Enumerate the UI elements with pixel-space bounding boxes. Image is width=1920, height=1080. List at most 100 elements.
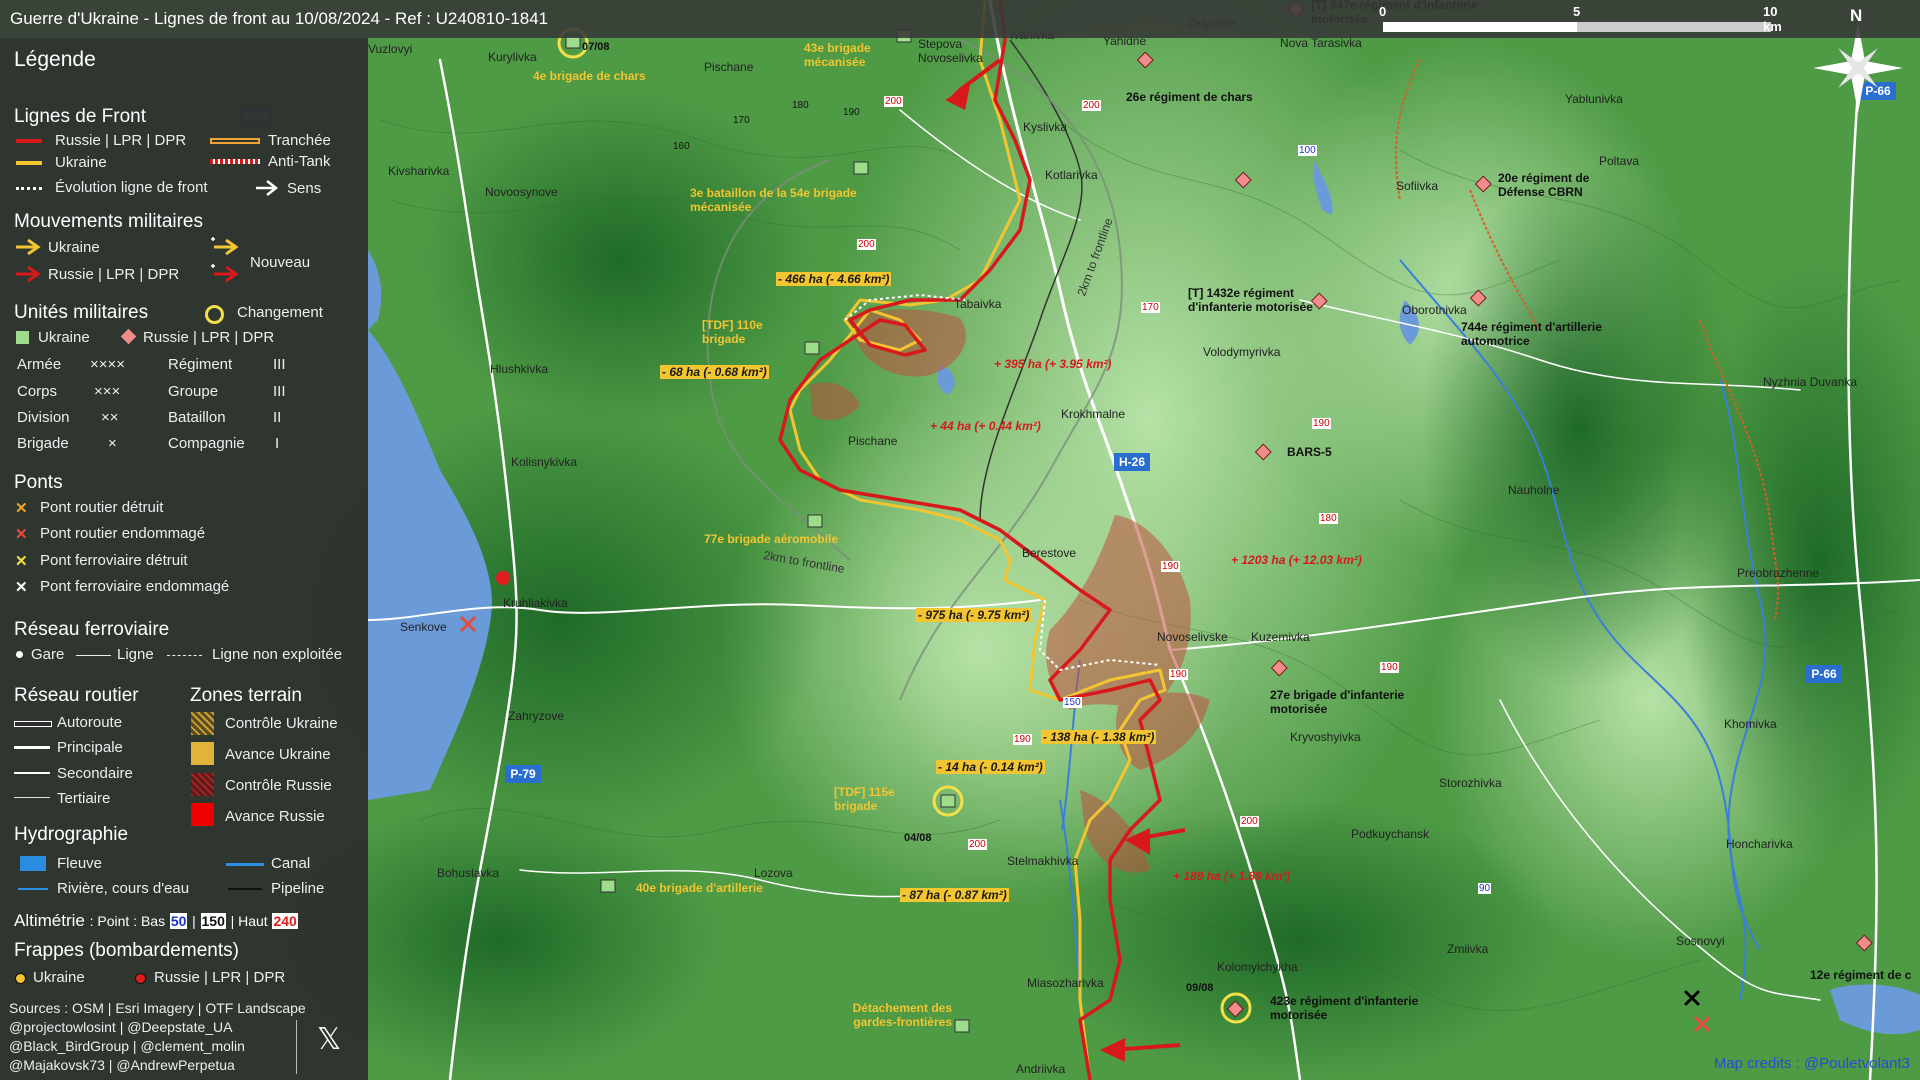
legend-label: Contrôle Russie: [225, 777, 332, 794]
ukraine-line-swatch: [16, 161, 42, 165]
rail-unused-swatch: [167, 655, 202, 656]
legend-strikes-heading: Frappes (bombardements): [14, 940, 239, 961]
legend-zones-heading: Zones terrain: [190, 685, 302, 706]
legend-label: Russie | LPR | DPR: [55, 132, 187, 149]
legend-label: Sens: [287, 180, 322, 197]
legend-label: Pont routier détruit: [40, 499, 164, 516]
legend-label: Pont ferroviaire détruit: [40, 552, 188, 569]
ukraine-new-move-icon: [211, 237, 239, 256]
antitank-swatch: [210, 159, 260, 164]
legend-label: Autoroute: [57, 714, 123, 731]
altimetry-low-value: 50: [169, 913, 188, 929]
zone-ukraine-control-swatch: [191, 712, 214, 735]
canal-swatch: [226, 863, 264, 866]
altimetry-mid-value: 150: [200, 913, 226, 929]
legend-label: Contrôle Ukraine: [225, 715, 338, 732]
legend-label: Corps: [17, 383, 58, 400]
legend-label: Pont ferroviaire endommagé: [40, 578, 230, 595]
river-swatch: [20, 856, 46, 871]
zone-ukraine-advance-swatch: [191, 742, 214, 765]
divider: [296, 1020, 297, 1074]
ukraine-move-arrow-icon: [16, 238, 41, 256]
russia-line-swatch: [16, 139, 42, 143]
legend-label: Division: [17, 409, 70, 426]
legend-label: Principale: [57, 739, 123, 756]
legend-label: Nouveau: [250, 254, 311, 271]
legend-label: Avance Russie: [225, 808, 325, 825]
legend-label: Brigade: [17, 435, 69, 452]
legend-label: : Point : Bas: [89, 913, 166, 929]
bridge-rail-destroyed-icon: ✕: [15, 553, 28, 570]
legend-label: Russie | LPR | DPR: [143, 329, 275, 346]
legend-title: Légende: [14, 48, 96, 71]
sources-line: @projectowlosint | @Deepstate_UA: [9, 1019, 233, 1035]
legend-units-heading: Unités militaires: [14, 302, 149, 323]
north-label: N: [1850, 6, 1863, 25]
scale-bar: 0 5 10 km: [1379, 4, 1782, 34]
map-title-bar: Guerre d'Ukraine - Lignes de front au 10…: [0, 0, 1920, 38]
evolution-line-swatch: [16, 187, 42, 190]
road-main-swatch: [14, 746, 50, 749]
bridge-road-destroyed-icon: ✕: [15, 500, 28, 517]
legend-label: Ligne non exploitée: [212, 646, 343, 663]
scale-segment: [1383, 22, 1577, 32]
russia-unit-swatch: [120, 328, 137, 345]
ukraine-unit-swatch: [16, 331, 29, 344]
trench-swatch: [210, 138, 260, 144]
legend-label: Compagnie: [168, 435, 245, 452]
sources-line: Sources : OSM | Esri Imagery | OTF Lands…: [9, 1000, 306, 1016]
legend-label: ××××: [90, 356, 126, 373]
map-credits: Map credits : @Pouletvolant3: [1713, 1055, 1910, 1072]
russia-move-arrow-icon: [16, 265, 41, 283]
bridge-road-damaged-icon: ✕: [15, 526, 28, 543]
legend-label: Ukraine: [38, 329, 90, 346]
legend-label: Évolution ligne de front: [55, 179, 208, 196]
sources-line: @Majakovsk73 | @AndrewPerpetua: [9, 1057, 235, 1073]
map-title: Guerre d'Ukraine - Lignes de front au 10…: [10, 9, 549, 28]
legend-label: | Haut: [230, 913, 268, 929]
legend-label: Fleuve: [57, 855, 103, 872]
legend-label: Anti-Tank: [268, 153, 331, 170]
ukraine-strike-icon: [15, 973, 26, 984]
road-secondary-swatch: [14, 772, 50, 774]
legend-label: III: [273, 356, 286, 373]
legend-label: Tertiaire: [57, 790, 111, 807]
sources-line: @Black_BirdGroup | @clement_molin: [9, 1038, 245, 1054]
legend-label: Avance Ukraine: [225, 746, 331, 763]
legend-rail-heading: Réseau ferroviaire: [14, 619, 170, 640]
legend-moves-heading: Mouvements militaires: [14, 211, 203, 232]
scale-label: 0: [1379, 4, 1387, 19]
legend-label: ×: [108, 435, 117, 452]
bridge-rail-damaged-icon: ✕: [15, 579, 28, 596]
road-highway-swatch: [14, 721, 52, 727]
legend-label: Russie | LPR | DPR: [154, 969, 286, 986]
legend-label: Ukraine: [48, 239, 100, 256]
legend-label: ××: [101, 409, 119, 426]
legend-label: Ligne: [117, 646, 154, 663]
road-tertiary-swatch: [14, 797, 50, 798]
scale-segment: [1577, 22, 1771, 32]
legend-label: Russie | LPR | DPR: [48, 266, 180, 283]
legend-panel: Légende Lignes de Front Russie | LPR | D…: [0, 38, 368, 1080]
legend-hydro-heading: Hydrographie: [14, 824, 129, 845]
legend-label: Régiment: [168, 356, 233, 373]
direction-arrow-icon: [256, 180, 279, 196]
russia-strike-icon: [135, 973, 146, 984]
legend-label: Bataillon: [168, 409, 226, 426]
legend-label: Ukraine: [33, 969, 85, 986]
legend-label: Armée: [17, 356, 62, 373]
legend-label: Pipeline: [271, 880, 325, 897]
legend-label: I: [275, 435, 280, 452]
scale-label: 10 km: [1763, 4, 1782, 34]
x-logo-icon[interactable]: 𝕏: [317, 1022, 341, 1057]
legend-roads-heading: Réseau routier: [14, 685, 139, 706]
legend-label: Ukraine: [55, 154, 107, 171]
legend-label: Canal: [271, 855, 311, 872]
rail-line-swatch: [76, 655, 111, 656]
legend-label: Tranchée: [268, 132, 331, 149]
pipeline-swatch: [228, 888, 262, 890]
legend-label: Changement: [237, 304, 323, 321]
change-circle-icon: [205, 305, 224, 324]
stream-swatch: [18, 888, 48, 890]
altimetry-high-value: 240: [272, 913, 298, 929]
